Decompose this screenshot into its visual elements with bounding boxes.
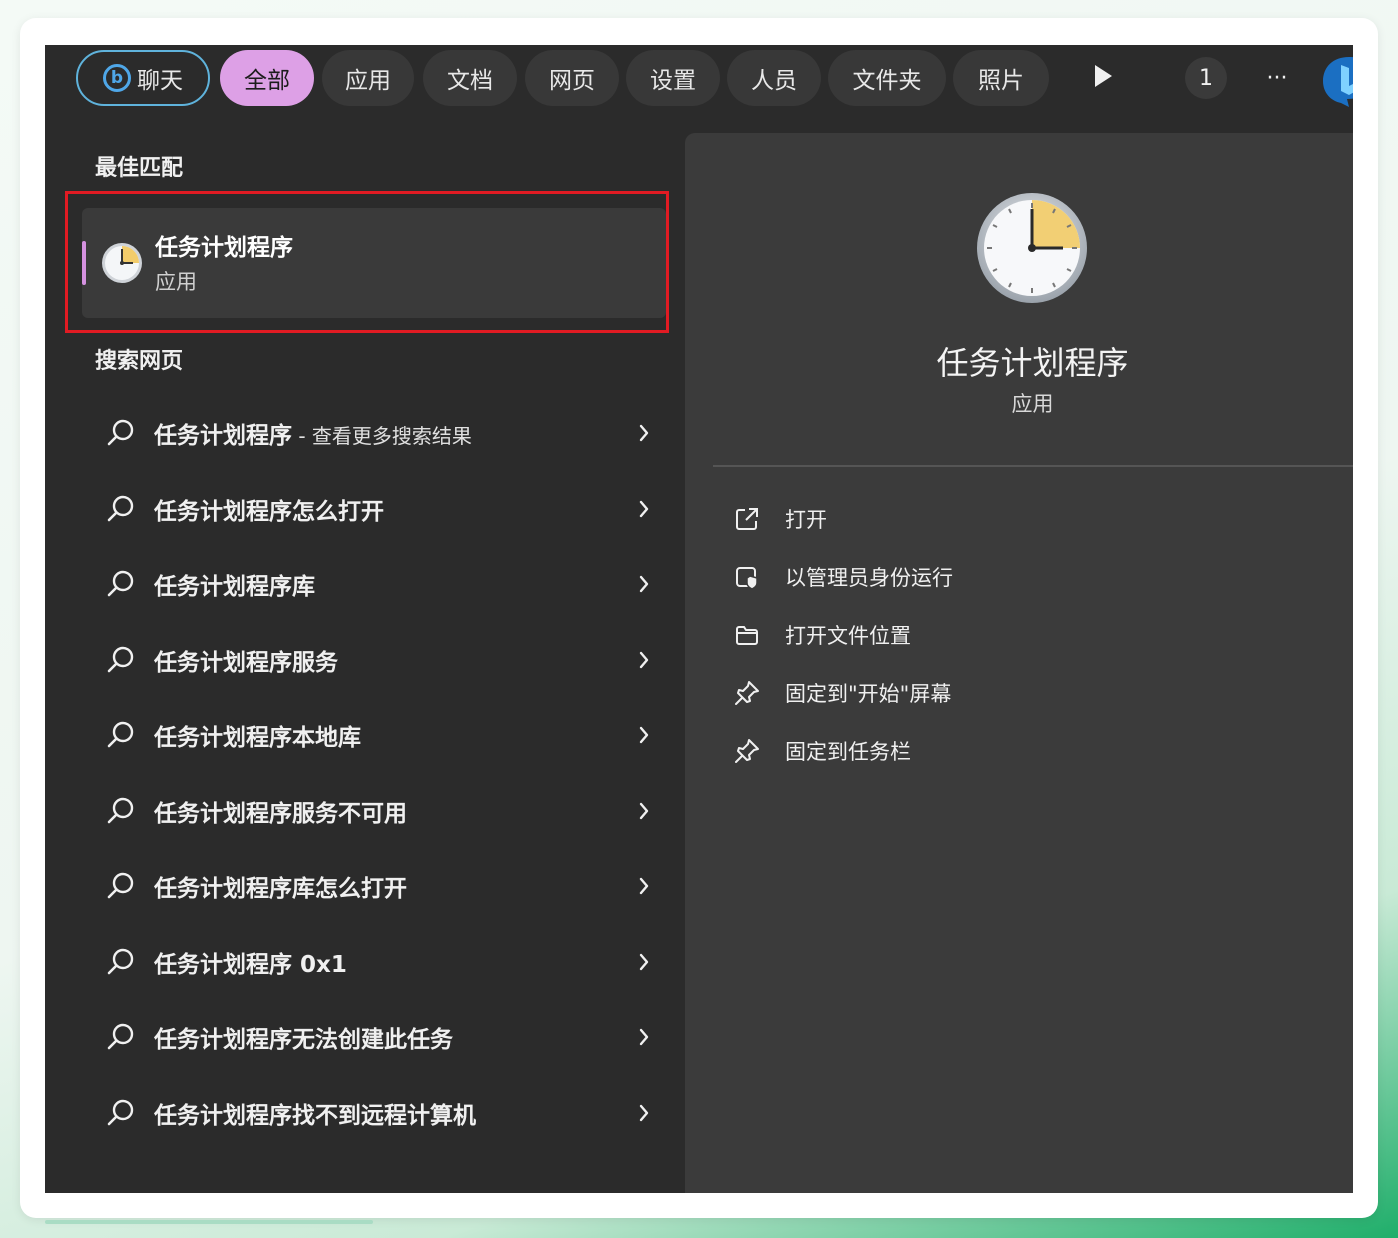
task-scheduler-clock-icon	[977, 193, 1087, 303]
tab-folders-label: 文件夹	[852, 68, 922, 94]
web-search-item[interactable]: 任务计划程序找不到远程计算机	[100, 1083, 650, 1143]
tab-people[interactable]: 人员	[727, 50, 821, 106]
detail-title: 任务计划程序	[936, 344, 1129, 382]
chevron-right-icon	[639, 500, 649, 518]
more-ellipsis-icon: ···	[1266, 65, 1288, 91]
pin-icon	[735, 739, 759, 763]
chevron-right-icon	[639, 726, 649, 744]
web-search-text: 任务计划程序本地库	[154, 725, 361, 751]
selection-indicator	[82, 241, 86, 285]
web-search-item[interactable]: 任务计划程序库怎么打开	[100, 856, 650, 916]
search-icon	[107, 1023, 134, 1050]
tab-all-label: 全部	[244, 68, 290, 94]
search-icon	[107, 570, 134, 597]
decorative-underline	[45, 1220, 373, 1224]
chevron-right-icon	[639, 1104, 649, 1122]
search-window: b 聊天 全部 应用 文档 网页 设置 人员 文件夹 照片 1 ··· 最佳匹配	[45, 45, 1353, 1193]
tab-photos-label: 照片	[978, 68, 1024, 94]
detail-divider	[713, 465, 1353, 467]
action-open[interactable]: 打开	[733, 499, 827, 539]
best-match-subtitle: 应用	[155, 270, 197, 294]
action-pin-to-start-label: 固定到"开始"屏幕	[785, 682, 952, 706]
web-search-item[interactable]: 任务计划程序本地库	[100, 705, 650, 765]
action-run-as-admin-label: 以管理员身份运行	[785, 566, 953, 590]
chevron-right-icon	[639, 651, 649, 669]
action-pin-to-taskbar-label: 固定到任务栏	[785, 740, 911, 764]
action-open-label: 打开	[785, 508, 827, 532]
scroll-right-play-icon[interactable]	[1095, 65, 1112, 87]
chevron-right-icon	[639, 424, 649, 442]
search-icon	[107, 948, 134, 975]
detail-pane: 任务计划程序 应用 打开 以管理员身份运行 打开文件位置 固定到"开始"屏幕 固…	[685, 133, 1353, 1193]
web-search-item[interactable]: 任务计划程序服务不可用	[100, 781, 650, 841]
search-icon	[107, 419, 134, 446]
best-match-title: 任务计划程序	[155, 235, 293, 261]
folder-icon	[736, 626, 758, 645]
tab-photos[interactable]: 照片	[953, 50, 1049, 106]
result-count-badge[interactable]: 1	[1185, 57, 1227, 99]
more-options-button[interactable]: ···	[1257, 57, 1297, 99]
search-icon	[107, 721, 134, 748]
bing-logo-icon[interactable]	[1319, 53, 1353, 107]
web-search-item[interactable]: 任务计划程序 0x1	[100, 932, 650, 992]
tab-apps[interactable]: 应用	[322, 50, 414, 106]
tab-documents-label: 文档	[447, 68, 493, 94]
web-search-item[interactable]: 任务计划程序怎么打开	[100, 479, 650, 539]
web-search-text: 任务计划程序怎么打开	[154, 499, 384, 525]
search-icon	[107, 797, 134, 824]
chat-button[interactable]: b 聊天	[76, 50, 210, 106]
chevron-right-icon	[639, 953, 649, 971]
web-search-text: 任务计划程序库怎么打开	[154, 876, 407, 902]
result-count: 1	[1199, 65, 1213, 91]
web-search-item[interactable]: 任务计划程序无法创建此任务	[100, 1007, 650, 1067]
tab-folders[interactable]: 文件夹	[828, 50, 946, 106]
chevron-right-icon	[639, 1028, 649, 1046]
web-search-text: 任务计划程序服务不可用	[154, 801, 407, 827]
pin-icon	[735, 681, 759, 705]
search-icon	[107, 872, 134, 899]
web-search-heading: 搜索网页	[95, 349, 184, 374]
tab-all[interactable]: 全部	[220, 50, 314, 106]
shield-admin-icon	[736, 567, 758, 590]
tab-apps-label: 应用	[345, 68, 391, 94]
best-match-heading: 最佳匹配	[95, 156, 184, 181]
web-search-text: 任务计划程序 0x1	[154, 952, 347, 978]
web-search-item[interactable]: 任务计划程序 - 查看更多搜索结果	[100, 403, 650, 463]
chat-label: 聊天	[137, 68, 183, 94]
tab-people-label: 人员	[751, 68, 797, 94]
detail-subtitle: 应用	[1011, 392, 1054, 416]
action-pin-to-taskbar[interactable]: 固定到任务栏	[733, 731, 911, 771]
action-open-file-location-label: 打开文件位置	[785, 624, 911, 648]
search-icon	[107, 495, 134, 522]
tab-web[interactable]: 网页	[525, 50, 619, 106]
web-search-item[interactable]: 任务计划程序库	[100, 554, 650, 614]
tab-documents[interactable]: 文档	[423, 50, 517, 106]
chevron-right-icon	[639, 802, 649, 820]
tab-settings-label: 设置	[650, 68, 696, 94]
bing-icon: b	[103, 64, 131, 92]
clock-icon	[102, 243, 142, 283]
web-search-text: 任务计划程序找不到远程计算机	[154, 1103, 476, 1129]
web-search-text: 任务计划程序服务	[154, 650, 338, 676]
chevron-right-icon	[639, 877, 649, 895]
tab-web-label: 网页	[549, 68, 595, 94]
search-icon	[107, 646, 134, 673]
best-match-item[interactable]: 任务计划程序 应用	[82, 208, 666, 318]
action-pin-to-start[interactable]: 固定到"开始"屏幕	[733, 673, 951, 713]
action-run-as-admin[interactable]: 以管理员身份运行	[733, 557, 953, 597]
open-external-icon	[736, 508, 758, 530]
search-icon	[107, 1099, 134, 1126]
web-search-text: 任务计划程序 - 查看更多搜索结果	[154, 423, 472, 449]
web-search-text: 任务计划程序无法创建此任务	[154, 1027, 453, 1053]
chevron-right-icon	[639, 575, 649, 593]
web-search-text: 任务计划程序库	[154, 574, 315, 600]
web-search-item[interactable]: 任务计划程序服务	[100, 630, 650, 690]
action-open-file-location[interactable]: 打开文件位置	[733, 615, 911, 655]
tab-settings[interactable]: 设置	[626, 50, 720, 106]
